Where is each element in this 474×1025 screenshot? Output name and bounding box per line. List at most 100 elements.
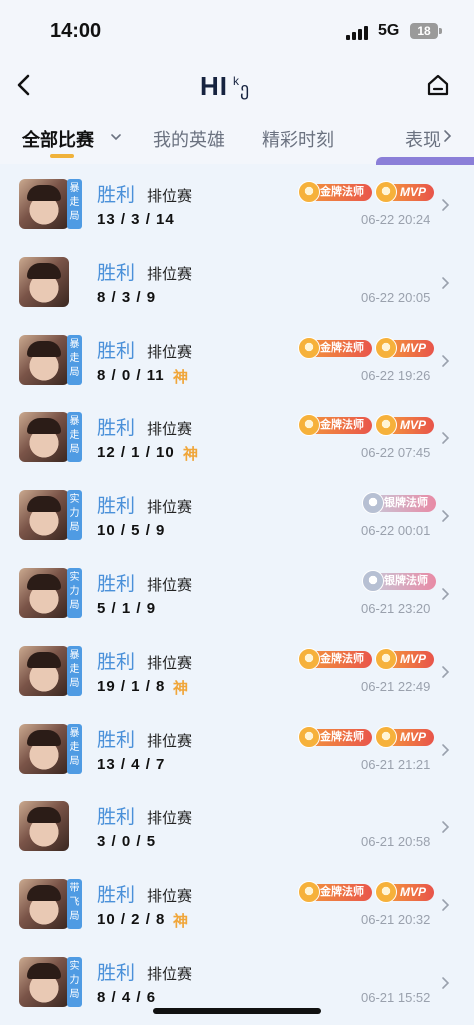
chevron-right-icon[interactable] (441, 276, 450, 290)
mode-tag: 暴走局 (67, 412, 82, 463)
match-row[interactable]: 暴走局胜利 排位赛 13 / 4 / 7 金牌法师 MVP 06-21 21:21 (0, 710, 474, 788)
chevron-right-icon[interactable] (441, 431, 450, 445)
medal-icon (298, 336, 320, 359)
match-row[interactable]: 暴走局胜利 排位赛 8 / 0 / 11 神 金牌法师 MVP 06-22 19:26 (0, 321, 474, 399)
hero-avatar (19, 801, 69, 852)
match-result: 胜利 (97, 729, 136, 751)
match-row[interactable]: 实力局胜利 排位赛 10 / 5 / 9 银牌法师 06-22 00:01 (0, 476, 474, 554)
match-list: 暴走局胜利 排位赛 13 / 3 / 14 金牌法师 MVP 06-22 20:24 胜利排… (0, 165, 474, 1025)
chevron-right-icon[interactable] (441, 820, 450, 834)
god-mark: 神 (173, 913, 189, 931)
mage-medal-badge: 金牌法师 (298, 414, 372, 437)
match-result: 胜利 (97, 185, 136, 206)
chevron-down-icon[interactable] (111, 132, 121, 142)
hero-avatar (19, 490, 69, 541)
kda-score: 10 / 5 / 9 (97, 522, 166, 540)
match-result: 胜利 (97, 418, 136, 440)
mage-medal-badge: 金牌法师 (298, 336, 372, 359)
match-row[interactable]: 暴走局胜利 排位赛 19 / 1 / 8 神 金牌法师 MVP 06-21 22:49 (0, 632, 474, 710)
match-time: 06-22 07:45 (361, 445, 431, 461)
mvp-icon (375, 414, 397, 437)
mode-tag: 暴走局 (67, 723, 82, 774)
mvp-icon (375, 181, 397, 203)
hero-avatar (19, 179, 69, 229)
chevron-right-icon[interactable] (441, 509, 450, 523)
mage-medal-badge: 金牌法师 (298, 725, 372, 748)
chevron-right-icon[interactable] (443, 129, 452, 143)
match-type: 排位赛 (147, 966, 193, 983)
match-time: 06-22 20:24 (361, 212, 431, 227)
mvp-badge: MVP (375, 336, 434, 359)
match-type: 排位赛 (147, 810, 193, 828)
app-logo: HI kე (200, 71, 250, 102)
medal-icon (298, 414, 320, 437)
tab-my-heroes[interactable]: 我的英雄 (153, 126, 225, 152)
tab-all-matches[interactable]: 全部比赛 (22, 126, 94, 152)
match-result: 胜利 (97, 340, 136, 362)
mode-tag: 带飞局 (67, 879, 82, 930)
match-result: 胜利 (97, 262, 136, 284)
chevron-right-icon[interactable] (441, 898, 450, 912)
match-type: 排位赛 (147, 265, 193, 283)
match-result: 胜利 (97, 885, 136, 907)
medal-icon (298, 647, 320, 670)
hero-avatar (19, 412, 69, 463)
mvp-badge: MVP (375, 881, 434, 904)
mode-tag: 暴走局 (67, 334, 82, 385)
match-result: 胜利 (97, 574, 136, 595)
active-tab-indicator (50, 154, 74, 158)
match-time: 06-21 22:49 (361, 678, 431, 694)
chevron-right-icon[interactable] (441, 354, 450, 368)
medal-icon (298, 881, 320, 904)
kda-score: 10 / 2 / 8 (97, 911, 166, 929)
medal-icon (362, 570, 384, 592)
back-arrow-icon[interactable] (12, 70, 36, 100)
match-row[interactable]: 暴走局胜利 排位赛 13 / 3 / 14 金牌法师 MVP 06-22 20:24 (0, 165, 474, 243)
match-row[interactable]: 胜利 排位赛 3 / 0 / 5 06-21 20:58 (0, 787, 474, 865)
match-row[interactable]: 暴走局胜利 排位赛 12 / 1 / 10 神 金牌法师 MVP 06-22 07:45 (0, 398, 474, 476)
match-type: 排位赛 (147, 654, 193, 672)
match-row[interactable]: 胜利 排位赛 8 / 3 / 9 06-22 20:05 (0, 243, 474, 321)
hero-avatar (19, 256, 69, 307)
logo-extra: ე (240, 79, 251, 99)
god-mark: 神 (173, 679, 189, 697)
mvp-icon (375, 647, 397, 670)
status-time: 14:00 (50, 20, 102, 42)
chevron-right-icon[interactable] (441, 587, 450, 601)
mage-medal-badge: 金牌法师 (298, 181, 372, 203)
mode-tag: 实力局 (67, 490, 82, 541)
chevron-right-icon[interactable] (441, 198, 450, 212)
tab-performance[interactable]: 表现 (405, 126, 441, 152)
match-type: 排位赛 (147, 499, 193, 517)
hero-avatar (19, 723, 69, 774)
cellular-signal-icon (346, 26, 372, 40)
kda-score: 19 / 1 / 8 (97, 677, 166, 695)
kda-score: 12 / 1 / 10 (97, 444, 175, 462)
medal-icon (298, 725, 320, 748)
mode-tag: 暴走局 (67, 645, 82, 696)
match-result: 胜利 (97, 807, 136, 829)
chevron-right-icon[interactable] (441, 743, 450, 757)
kda-score: 8 / 3 / 9 (97, 288, 157, 306)
mvp-icon (375, 336, 397, 359)
chevron-right-icon[interactable] (441, 976, 450, 990)
logo-main: HI (200, 71, 228, 101)
mage-medal-badge: 银牌法师 (362, 492, 436, 515)
mode-tag: 实力局 (67, 957, 82, 1007)
match-type: 排位赛 (147, 577, 193, 594)
mode-tag: 实力局 (67, 568, 82, 618)
home-icon[interactable] (426, 73, 450, 97)
mvp-badge: MVP (375, 647, 434, 670)
battery-tip (439, 28, 442, 34)
match-time: 06-21 20:58 (361, 834, 431, 850)
match-row[interactable]: 带飞局胜利 排位赛 10 / 2 / 8 神 金牌法师 MVP 06-21 20:32 (0, 865, 474, 943)
tab-highlights[interactable]: 精彩时刻 (262, 126, 334, 152)
match-result: 胜利 (97, 651, 136, 673)
match-result: 胜利 (97, 963, 136, 984)
chevron-right-icon[interactable] (441, 665, 450, 679)
mage-medal-badge: 金牌法师 (298, 881, 372, 904)
match-type: 排位赛 (147, 888, 193, 906)
kda-score: 8 / 0 / 11 (97, 366, 165, 384)
match-row[interactable]: 实力局胜利 排位赛 5 / 1 / 9 银牌法师 06-21 23:20 (0, 554, 474, 632)
network-type: 5G (378, 22, 400, 39)
